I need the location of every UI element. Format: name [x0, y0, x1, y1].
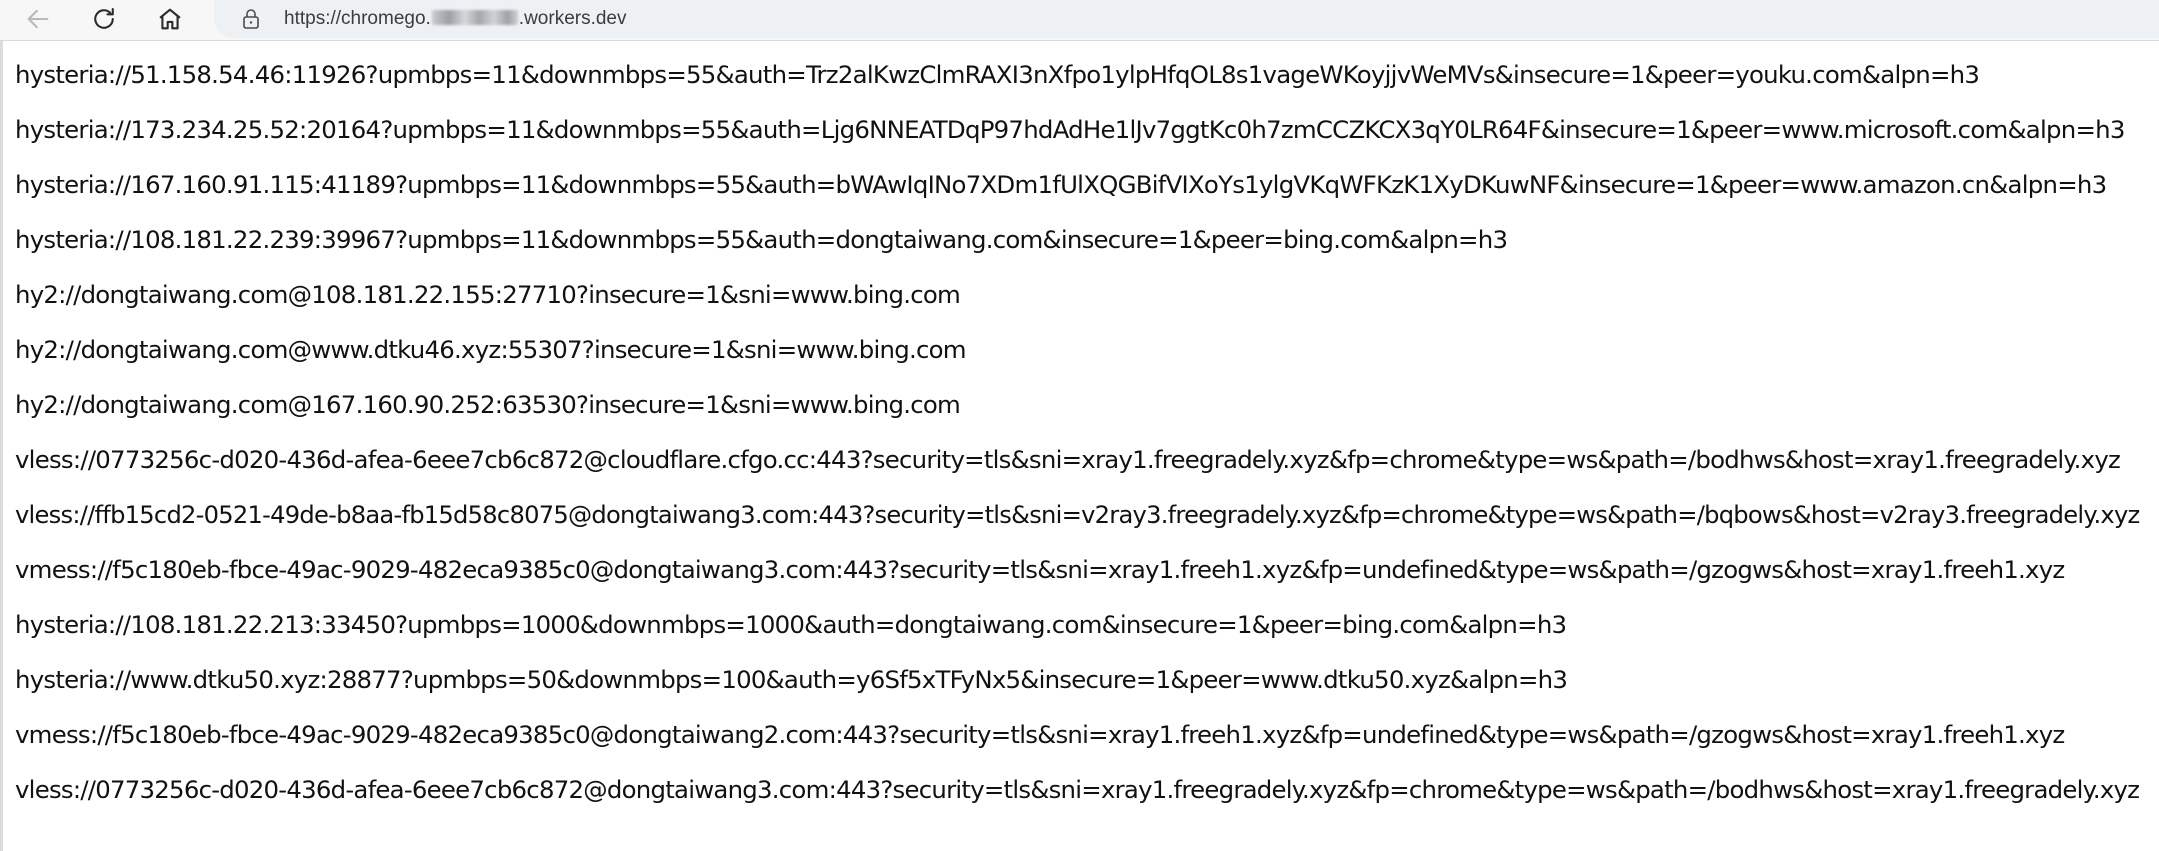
page-content: hysteria://51.158.54.46:11926?upmbps=11&… — [0, 40, 2159, 851]
home-button[interactable] — [148, 0, 192, 38]
config-line: hysteria://167.160.91.115:41189?upmbps=1… — [15, 170, 2107, 199]
config-line: vless://ffb15cd2-0521-49de-b8aa-fb15d58c… — [15, 500, 2140, 529]
config-line: hysteria://108.181.22.239:39967?upmbps=1… — [15, 225, 1508, 254]
config-line: hysteria://108.181.22.213:33450?upmbps=1… — [15, 610, 1567, 639]
back-button[interactable] — [16, 0, 60, 38]
config-line: vless://0773256c-d020-436d-afea-6eee7cb6… — [15, 775, 2140, 804]
back-arrow-icon — [24, 5, 52, 33]
reload-button[interactable] — [82, 0, 126, 38]
config-line: vless://0773256c-d020-436d-afea-6eee7cb6… — [15, 445, 2121, 474]
config-line: hysteria://www.dtku50.xyz:28877?upmbps=5… — [15, 665, 1568, 694]
config-line: vmess://f5c180eb-fbce-49ac-9029-482eca93… — [15, 555, 2065, 584]
lock-icon[interactable] — [242, 8, 260, 34]
config-line: hysteria://51.158.54.46:11926?upmbps=11&… — [15, 60, 1980, 89]
url-prefix: https://chromego. — [284, 8, 431, 29]
config-line: vmess://f5c180eb-fbce-49ac-9029-482eca93… — [15, 720, 2065, 749]
url-text[interactable]: https://chromego. .workers.dev — [284, 0, 627, 38]
reload-icon — [90, 5, 118, 33]
config-line: hy2://dongtaiwang.com@www.dtku46.xyz:553… — [15, 335, 967, 364]
config-line: hysteria://173.234.25.52:20164?upmbps=11… — [15, 115, 2125, 144]
config-line: hy2://dongtaiwang.com@108.181.22.155:277… — [15, 280, 961, 309]
address-bar[interactable]: https://chromego. .workers.dev — [214, 0, 2159, 38]
url-redacted-segment — [431, 10, 518, 25]
config-line: hy2://dongtaiwang.com@167.160.90.252:635… — [15, 390, 961, 419]
browser-toolbar: https://chromego. .workers.dev — [0, 0, 2159, 40]
url-suffix: .workers.dev — [518, 8, 627, 29]
home-icon — [156, 5, 184, 33]
